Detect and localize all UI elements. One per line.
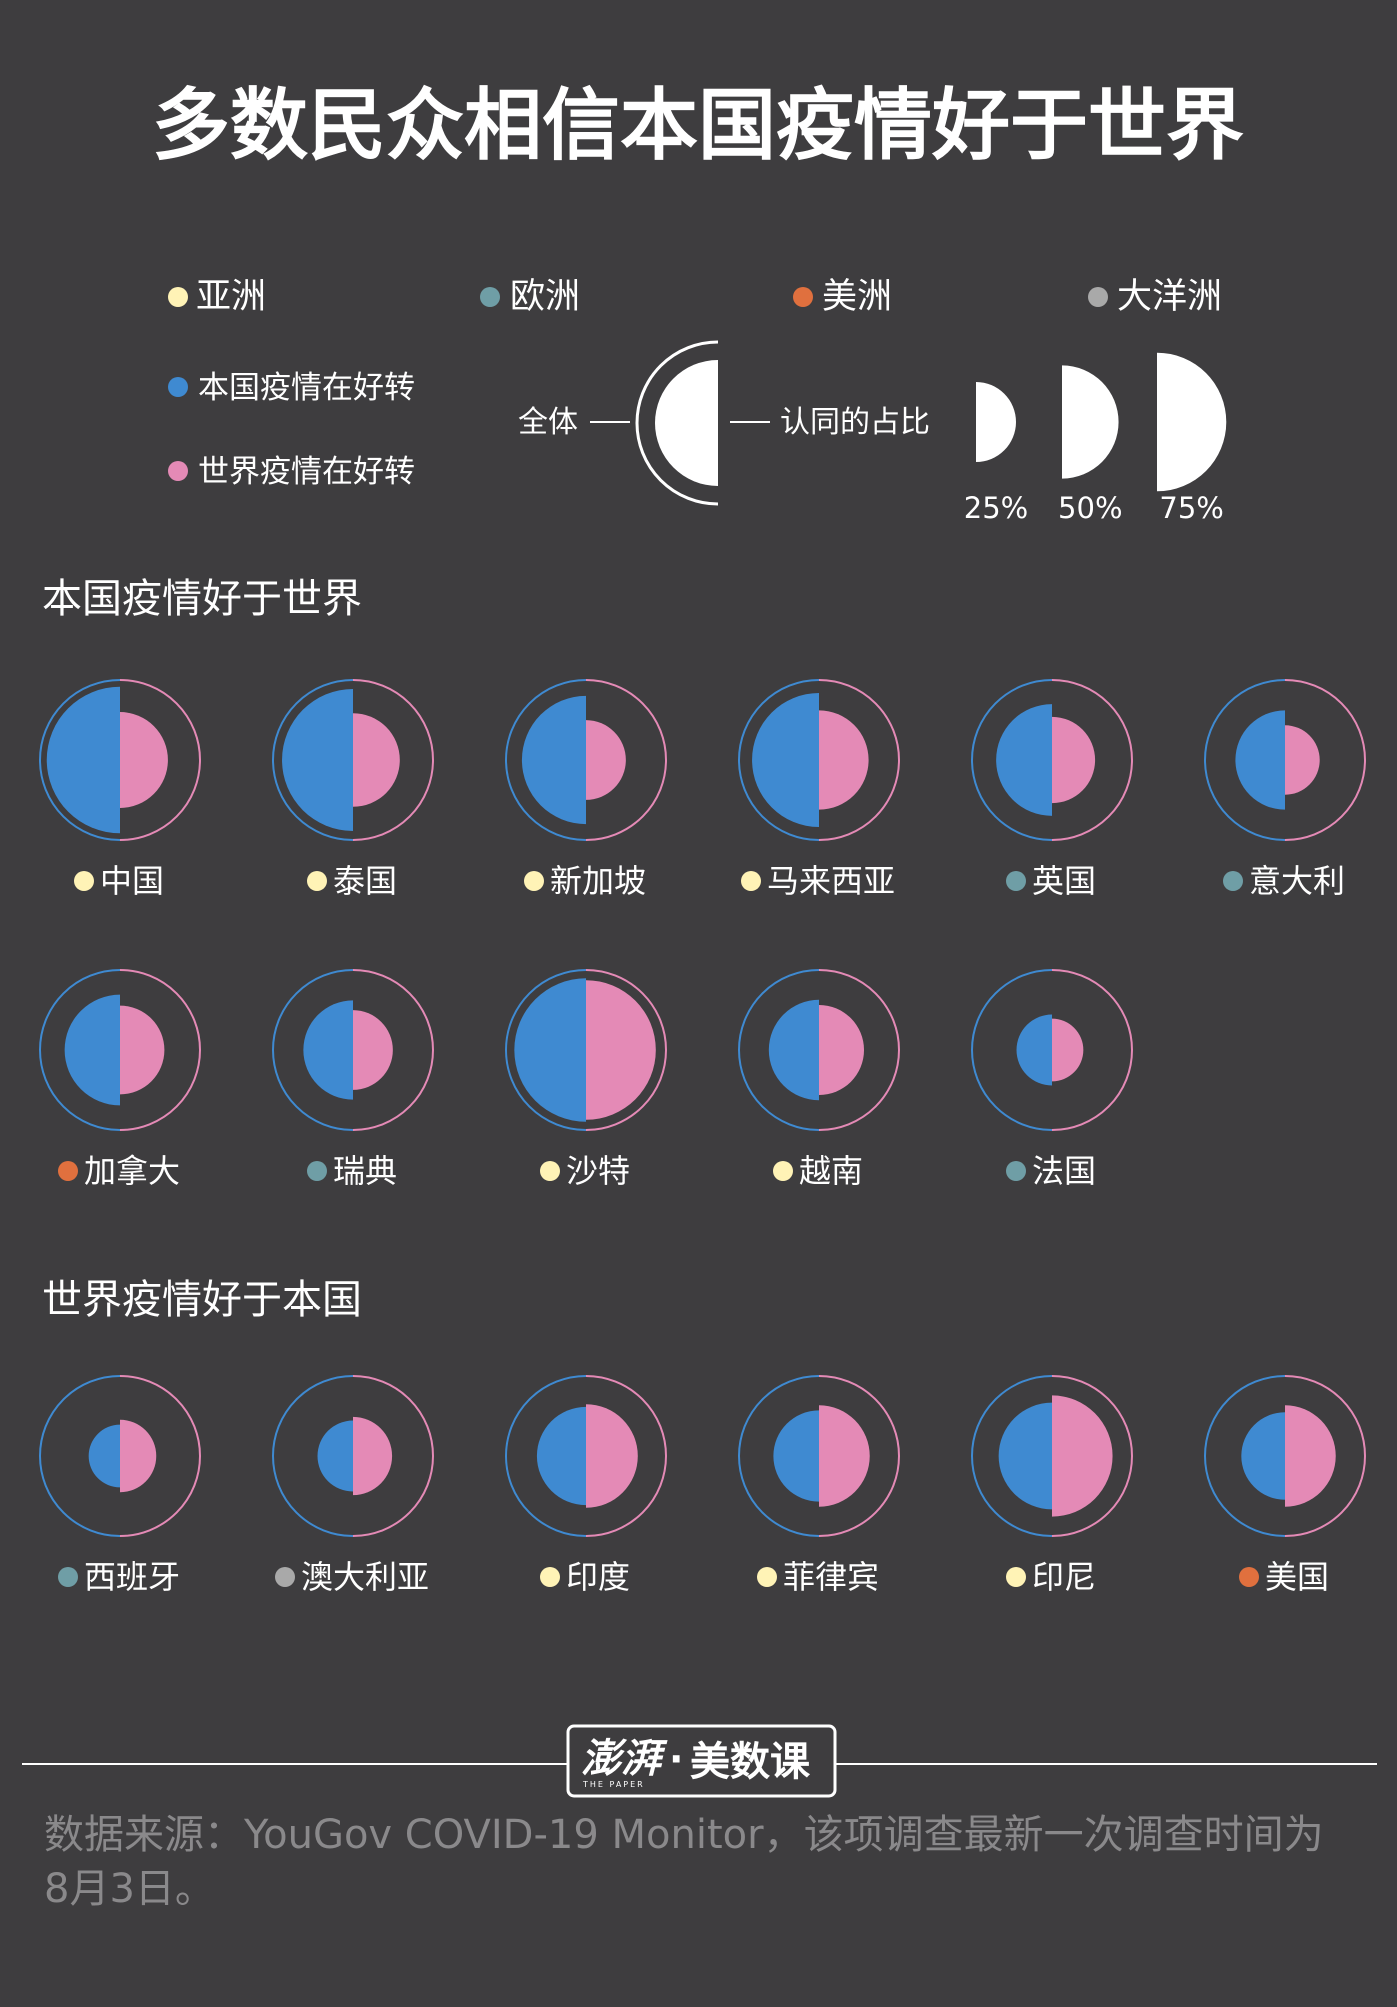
region-dot <box>307 871 327 891</box>
region-dot <box>1239 1567 1259 1587</box>
region-dot <box>773 1161 793 1181</box>
legend-asia-label: 亚洲 <box>196 277 266 317</box>
region-dot <box>524 871 544 891</box>
region-dot <box>275 1567 295 1587</box>
country-label: 印度 <box>566 1558 630 1596</box>
country-label: 越南 <box>799 1152 863 1190</box>
brand-logo-subtext: THE PAPER <box>582 1780 645 1789</box>
brand-separator: · <box>669 1737 683 1781</box>
legend-world-label: 世界疫情在好转 <box>198 454 415 490</box>
legend-oceania-dot <box>1088 287 1108 307</box>
legend-world-dot <box>168 461 188 481</box>
country-label: 西班牙 <box>84 1558 180 1596</box>
share-label: 认同的占比 <box>780 405 930 440</box>
group-title: 世界疫情好于本国 <box>42 1277 362 1323</box>
group-title: 本国疫情好于世界 <box>42 576 362 622</box>
legend-americas-label: 美洲 <box>822 277 892 317</box>
page-title: 多数民众相信本国疫情好于世界 <box>152 81 1244 171</box>
country-label: 法国 <box>1032 1152 1096 1190</box>
country-label: 美国 <box>1265 1558 1329 1596</box>
country-label: 中国 <box>100 862 164 900</box>
region-dot <box>1006 1567 1026 1587</box>
country-label: 澳大利亚 <box>301 1558 429 1596</box>
region-dot <box>1006 871 1026 891</box>
scale-label-25: 25% <box>964 491 1028 525</box>
country-label: 瑞典 <box>333 1152 397 1190</box>
country-label: 马来西亚 <box>767 862 895 900</box>
region-dot <box>58 1567 78 1587</box>
infographic-canvas: 多数民众相信本国疫情好于世界 亚洲 欧洲 美洲 大洋洲 本国疫情在好转 世界疫情… <box>0 0 1397 2007</box>
brand-logo-text: 澎湃 <box>581 1735 668 1782</box>
scale-label-75: 75% <box>1159 491 1223 525</box>
region-dot <box>58 1161 78 1181</box>
country-label: 印尼 <box>1032 1558 1096 1596</box>
region-dot <box>1006 1161 1026 1181</box>
legend-europe-dot <box>480 287 500 307</box>
region-dot <box>757 1567 777 1587</box>
brand-name: 美数课 <box>690 1739 811 1785</box>
region-dot <box>74 871 94 891</box>
legend-domestic-dot <box>168 377 188 397</box>
country-label: 菲律宾 <box>783 1558 879 1596</box>
region-dot <box>540 1567 560 1587</box>
country-label: 加拿大 <box>84 1152 180 1190</box>
country-label: 泰国 <box>333 862 397 900</box>
region-dot <box>1223 871 1243 891</box>
region-dot <box>540 1161 560 1181</box>
country-label: 沙特 <box>566 1152 630 1190</box>
whole-label: 全体 <box>518 405 578 440</box>
region-dot <box>307 1161 327 1181</box>
legend-americas-dot <box>793 287 813 307</box>
legend-oceania-label: 大洋洲 <box>1117 277 1222 317</box>
data-source-note: 数据来源：YouGov COVID-19 Monitor，该项调查最新一次调查时… <box>44 1812 1324 1912</box>
legend-europe-label: 欧洲 <box>510 277 580 317</box>
country-label: 意大利 <box>1249 862 1345 900</box>
legend-asia-dot <box>168 287 188 307</box>
country-label: 新加坡 <box>550 862 646 900</box>
country-label: 英国 <box>1032 862 1096 900</box>
region-dot <box>741 871 761 891</box>
legend-domestic-label: 本国疫情在好转 <box>198 370 415 406</box>
scale-label-50: 50% <box>1058 491 1122 525</box>
